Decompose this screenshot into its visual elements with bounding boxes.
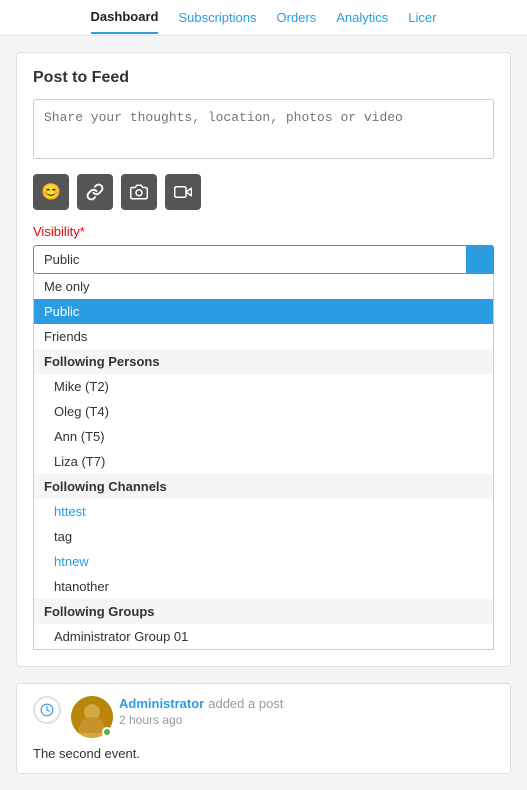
dropdown-item-httest[interactable]: httest — [34, 499, 493, 524]
required-mark: * — [80, 224, 85, 239]
dropdown-item-tag[interactable]: tag — [34, 524, 493, 549]
nav-licer[interactable]: Licer — [408, 2, 436, 33]
dropdown-item-friends[interactable]: Friends — [34, 324, 493, 349]
dropdown-item-me-only[interactable]: Me only — [34, 274, 493, 299]
nav-subscriptions[interactable]: Subscriptions — [178, 2, 256, 33]
feed-avatar-wrapper — [71, 696, 113, 738]
feed-time: 2 hours ago — [119, 713, 494, 727]
feed-text: The second event. — [33, 746, 494, 761]
dropdown-group-following-persons: Following Persons — [34, 349, 493, 374]
emoji-icon-button[interactable]: 😊 — [33, 174, 69, 210]
dropdown-group-following-channels: Following Channels — [34, 474, 493, 499]
feed-action: added a post — [208, 696, 283, 711]
dropdown-item-htnew[interactable]: htnew — [34, 549, 493, 574]
dropdown-item-admin-group[interactable]: Administrator Group 01 — [34, 624, 493, 649]
nav-dashboard[interactable]: Dashboard — [91, 1, 159, 34]
main-content: Post to Feed 😊 — [0, 36, 527, 790]
dropdown-group-following-groups: Following Groups — [34, 599, 493, 624]
post-feed-title: Post to Feed — [33, 69, 494, 87]
dropdown-item-mike[interactable]: Mike (T2) — [34, 374, 493, 399]
post-icons-bar: 😊 — [33, 174, 494, 210]
post-textarea[interactable] — [33, 99, 494, 159]
nav-analytics[interactable]: Analytics — [336, 2, 388, 33]
visibility-label: Visibility* — [33, 224, 494, 239]
visibility-selected-value: Public — [44, 252, 79, 267]
timeline-clock-icon — [33, 696, 61, 724]
visibility-select[interactable]: Public ▼ — [33, 245, 494, 274]
feed-section: Administrator added a post 2 hours ago Th… — [16, 683, 511, 774]
video-icon-button[interactable] — [165, 174, 201, 210]
dropdown-item-htanother[interactable]: htanother — [34, 574, 493, 599]
feed-item-left: Administrator added a post 2 hours ago — [33, 696, 494, 738]
visibility-dropdown: Me only Public Friends Following Persons… — [33, 274, 494, 650]
top-navigation: Dashboard Subscriptions Orders Analytics… — [0, 0, 527, 36]
post-feed-card: Post to Feed 😊 — [16, 52, 511, 667]
visibility-select-wrapper[interactable]: Public ▼ Me only Public Friends Followin… — [33, 245, 494, 650]
feed-author: Administrator — [119, 696, 204, 711]
nav-orders[interactable]: Orders — [277, 2, 317, 33]
dropdown-item-ann[interactable]: Ann (T5) — [34, 424, 493, 449]
link-icon-button[interactable] — [77, 174, 113, 210]
camera-icon-button[interactable] — [121, 174, 157, 210]
dropdown-item-public[interactable]: Public — [34, 299, 493, 324]
online-status-dot — [102, 727, 112, 737]
dropdown-item-oleg[interactable]: Oleg (T4) — [34, 399, 493, 424]
feed-meta: Administrator added a post 2 hours ago — [119, 696, 494, 727]
dropdown-item-liza[interactable]: Liza (T7) — [34, 449, 493, 474]
